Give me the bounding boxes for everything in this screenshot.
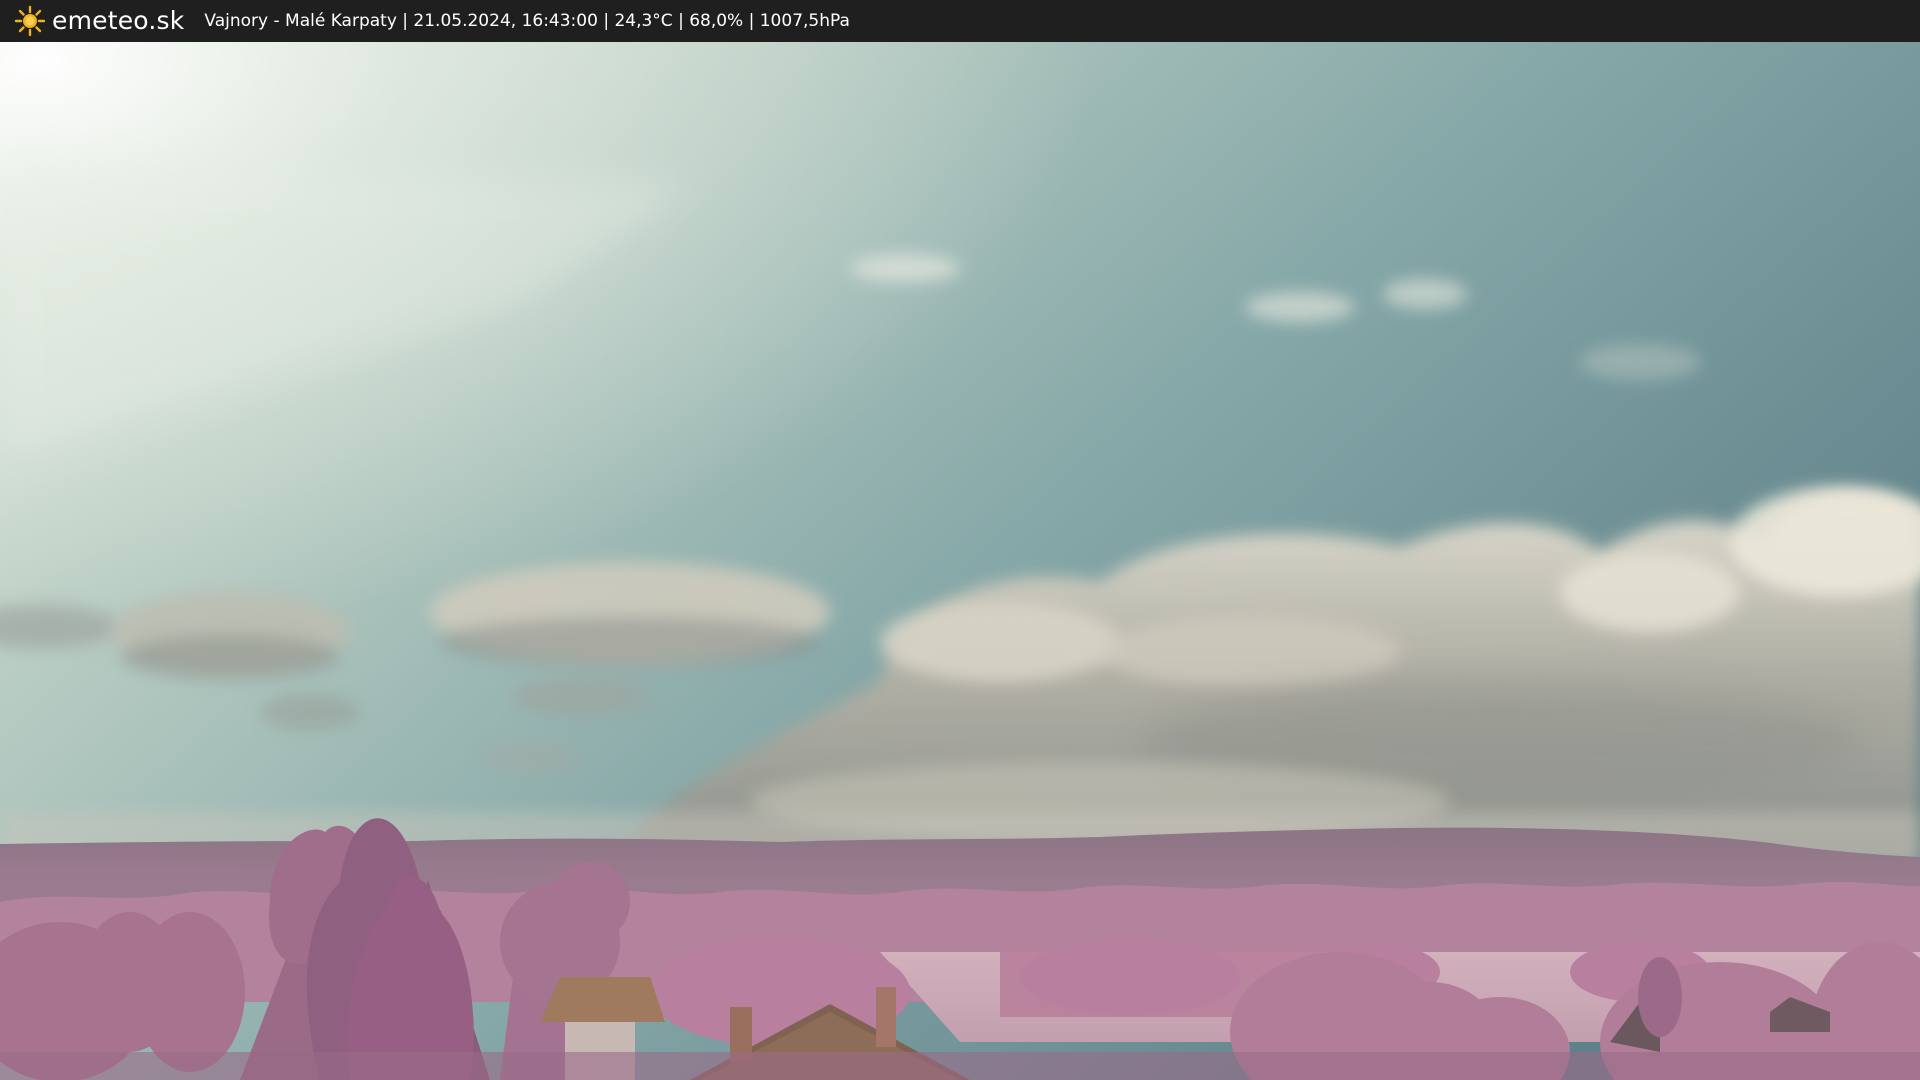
station-caption: Vajnory - Malé Karpaty | 21.05.2024, 16:… — [204, 11, 850, 31]
webcam-frame: emeteo.sk Vajnory - Malé Karpaty | 21.05… — [0, 0, 1920, 1080]
caption-bar: emeteo.sk Vajnory - Malé Karpaty | 21.05… — [0, 0, 1920, 42]
webcam-image — [0, 42, 1920, 1080]
sun-icon — [14, 5, 46, 37]
brand[interactable]: emeteo.sk — [14, 0, 184, 42]
brand-name: emeteo.sk — [52, 6, 185, 35]
